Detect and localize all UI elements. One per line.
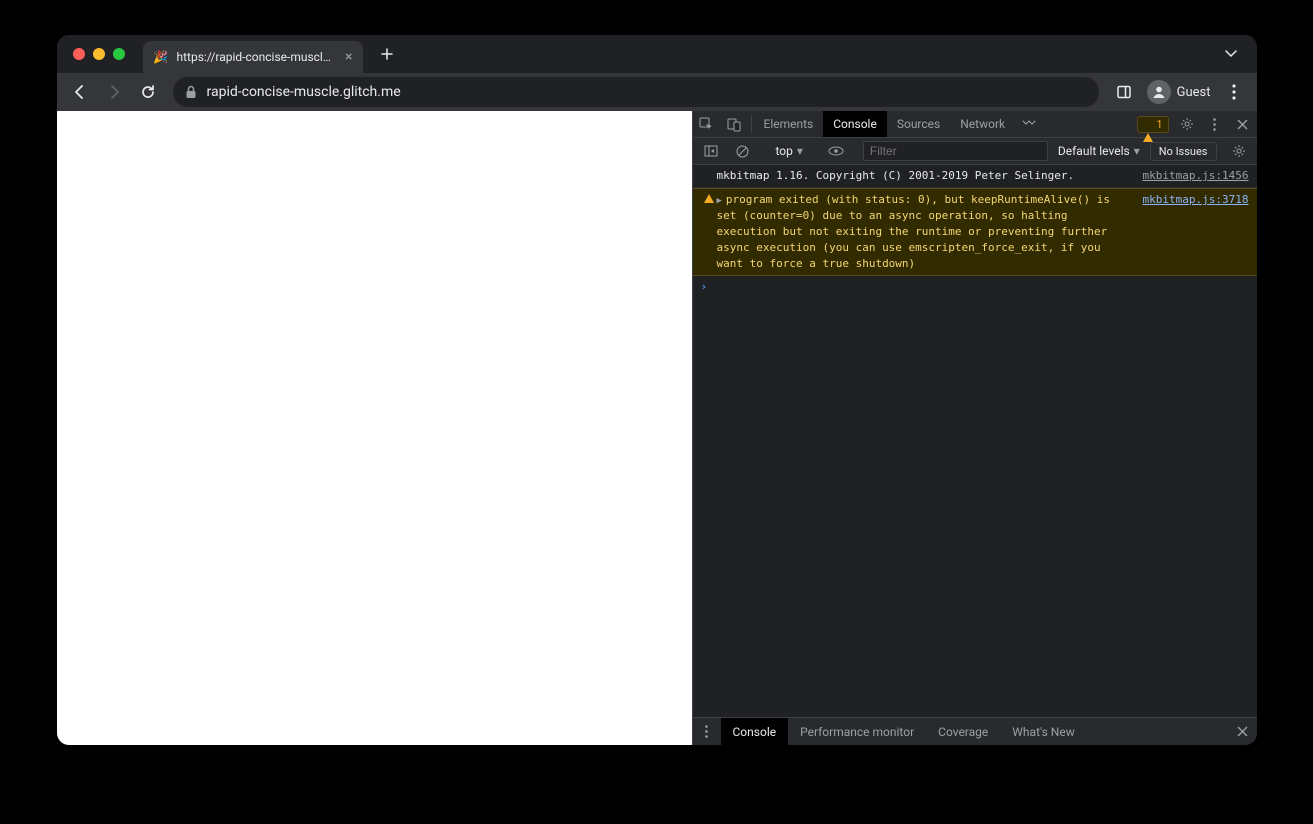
profile-button[interactable]: Guest: [1143, 80, 1215, 104]
execution-context-label: top: [776, 144, 793, 158]
devtools-settings-button[interactable]: [1173, 111, 1201, 137]
drawer-close-button[interactable]: [1229, 718, 1257, 745]
drawer-tab-console[interactable]: Console: [721, 718, 789, 745]
browser-window: 🎉 https://rapid-concise-muscle.g × rapid…: [57, 35, 1257, 745]
tab-title: https://rapid-concise-muscle.g: [177, 50, 338, 64]
expand-arrow-icon[interactable]: ▶: [717, 196, 722, 206]
close-window-button[interactable]: [73, 48, 85, 60]
side-panel-button[interactable]: [1109, 77, 1139, 107]
tab-network[interactable]: Network: [950, 111, 1015, 137]
reload-button[interactable]: [133, 77, 163, 107]
console-sidebar-toggle[interactable]: [697, 145, 725, 157]
console-toolbar: top ▾ Default levels ▾ No Issues: [693, 138, 1257, 165]
execution-context-selector[interactable]: top ▾: [770, 144, 809, 158]
warnings-badge[interactable]: 1: [1137, 116, 1168, 133]
drawer-menu-button[interactable]: [693, 718, 721, 745]
close-tab-button[interactable]: ×: [345, 49, 352, 65]
window-controls: [73, 48, 125, 60]
inspect-element-button[interactable]: [693, 111, 721, 137]
chrome-menu-button[interactable]: [1219, 77, 1249, 107]
clear-console-button[interactable]: [729, 145, 757, 158]
devtools-tabbar: Elements Console Sources Network 1: [693, 111, 1257, 138]
tab-elements[interactable]: Elements: [754, 111, 824, 137]
toolbar: rapid-concise-muscle.glitch.me Guest: [57, 73, 1257, 111]
forward-button[interactable]: [99, 77, 129, 107]
console-settings-button[interactable]: [1225, 144, 1253, 158]
lock-icon: [185, 85, 197, 99]
page-viewport[interactable]: [57, 111, 692, 745]
browser-tab[interactable]: 🎉 https://rapid-concise-muscle.g ×: [143, 41, 363, 73]
devtools-panel: Elements Console Sources Network 1: [692, 111, 1257, 745]
log-levels-label: Default levels: [1058, 144, 1130, 158]
log-entry: ▶program exited (with status: 0), but ke…: [693, 188, 1257, 276]
chevron-down-icon: ▾: [1134, 144, 1140, 158]
drawer-tab-performance-monitor[interactable]: Performance monitor: [788, 718, 926, 745]
workspace: Elements Console Sources Network 1: [57, 111, 1257, 745]
log-levels-selector[interactable]: Default levels ▾: [1052, 144, 1146, 158]
chevron-down-icon: ▾: [797, 144, 803, 158]
log-entry: mkbitmap 1.16. Copyright (C) 2001-2019 P…: [693, 165, 1257, 188]
log-source-link[interactable]: mkbitmap.js:3718: [1143, 192, 1249, 272]
devtools-menu-button[interactable]: [1201, 111, 1229, 137]
warning-icon: [1143, 118, 1153, 131]
minimize-window-button[interactable]: [93, 48, 105, 60]
favicon-icon: 🎉: [153, 49, 169, 65]
devtools-drawer: Console Performance monitor Coverage Wha…: [693, 717, 1257, 745]
issues-button[interactable]: No Issues: [1150, 142, 1217, 161]
new-tab-button[interactable]: [373, 40, 401, 68]
log-source-link[interactable]: mkbitmap.js:1456: [1143, 168, 1249, 184]
profile-label: Guest: [1177, 85, 1211, 100]
maximize-window-button[interactable]: [113, 48, 125, 60]
tab-strip: 🎉 https://rapid-concise-muscle.g ×: [57, 35, 1257, 73]
url-text: rapid-concise-muscle.glitch.me: [207, 84, 401, 100]
address-bar[interactable]: rapid-concise-muscle.glitch.me: [173, 77, 1099, 107]
device-toolbar-button[interactable]: [721, 111, 749, 137]
console-prompt[interactable]: ›: [693, 276, 1257, 298]
back-button[interactable]: [65, 77, 95, 107]
avatar-icon: [1147, 80, 1171, 104]
more-tabs-button[interactable]: [1015, 111, 1043, 137]
tab-sources[interactable]: Sources: [887, 111, 950, 137]
devtools-close-button[interactable]: [1229, 111, 1257, 137]
drawer-tab-coverage[interactable]: Coverage: [926, 718, 1000, 745]
console-output[interactable]: mkbitmap 1.16. Copyright (C) 2001-2019 P…: [693, 165, 1257, 717]
tab-search-button[interactable]: [1215, 44, 1247, 64]
drawer-tab-whats-new[interactable]: What's New: [1000, 718, 1086, 745]
console-filter-input[interactable]: [863, 141, 1048, 161]
live-expression-button[interactable]: [822, 146, 850, 156]
prompt-chevron-icon: ›: [701, 279, 717, 295]
log-message: mkbitmap 1.16. Copyright (C) 2001-2019 P…: [717, 168, 1143, 184]
log-message: ▶program exited (with status: 0), but ke…: [717, 192, 1143, 272]
warning-icon: [704, 194, 714, 203]
warnings-count: 1: [1156, 118, 1162, 131]
tab-console[interactable]: Console: [823, 111, 887, 137]
